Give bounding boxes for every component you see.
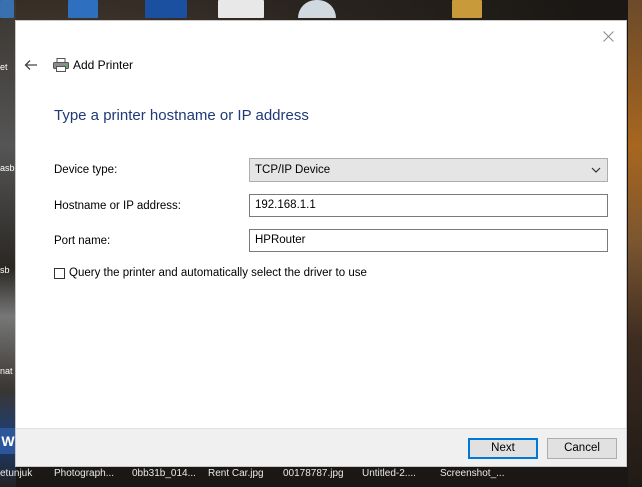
dialog-title: Add Printer [73, 58, 134, 72]
port-name-value: HPRouter [255, 234, 306, 246]
desktop-icon[interactable] [68, 0, 98, 18]
device-type-label: Device type: [54, 164, 118, 176]
query-printer-checkbox[interactable] [54, 267, 65, 279]
desktop-file-label[interactable]: 0bb31b_014... [132, 468, 196, 479]
word-document-icon[interactable]: W [0, 428, 16, 454]
desktop-icon[interactable] [452, 0, 482, 18]
desktop-file-label[interactable]: etunjuk [0, 468, 32, 479]
desktop-left-label: nat [0, 366, 13, 376]
desktop-icon[interactable] [0, 0, 14, 18]
chevron-down-icon [591, 167, 601, 173]
desktop-bottom-labels: etunjuk Photograph... 0bb31b_014... Rent… [0, 466, 642, 487]
desktop-icon[interactable] [298, 0, 336, 18]
desktop-icon[interactable] [218, 0, 264, 18]
printer-icon [53, 58, 69, 72]
desktop-file-label[interactable]: Screenshot_... [440, 468, 504, 479]
hostname-label: Hostname or IP address: [54, 200, 181, 212]
close-icon [602, 30, 614, 42]
device-type-select[interactable]: TCP/IP Device [249, 158, 608, 182]
desktop-file-label[interactable]: Rent Car.jpg [208, 468, 264, 479]
page-heading: Type a printer hostname or IP address [54, 107, 309, 124]
dialog-titlebar: Add Printer [16, 51, 626, 81]
next-button[interactable]: Next [468, 438, 538, 459]
device-type-value: TCP/IP Device [255, 164, 331, 176]
desktop-left-label: et [0, 62, 8, 72]
query-printer-label: Query the printer and automatically sele… [69, 267, 367, 279]
desktop-file-label[interactable]: 00178787.jpg [283, 468, 344, 479]
desktop-file-label[interactable]: Untitled-2.... [362, 468, 416, 479]
desktop-left-label: sb [0, 265, 10, 275]
desktop-right-strip [628, 0, 642, 487]
desktop-top-icons [0, 0, 642, 20]
port-name-label: Port name: [54, 235, 111, 247]
hostname-input[interactable]: 192.168.1.1 [249, 194, 608, 217]
desktop-icon[interactable] [145, 0, 187, 18]
add-printer-dialog: Add Printer Type a printer hostname or I… [15, 20, 627, 467]
cancel-button[interactable]: Cancel [547, 438, 617, 459]
back-button[interactable] [22, 56, 40, 74]
close-button[interactable] [596, 26, 620, 46]
query-printer-option[interactable]: Query the printer and automatically sele… [54, 265, 367, 281]
desktop-left-strip [0, 0, 16, 487]
dialog-footer: Next Cancel [16, 428, 626, 466]
port-name-input[interactable]: HPRouter [249, 229, 608, 252]
hostname-value: 192.168.1.1 [255, 199, 316, 211]
back-arrow-icon [24, 60, 37, 70]
desktop-file-label[interactable]: Photograph... [54, 468, 114, 479]
desktop-left-label: asb [0, 163, 15, 173]
